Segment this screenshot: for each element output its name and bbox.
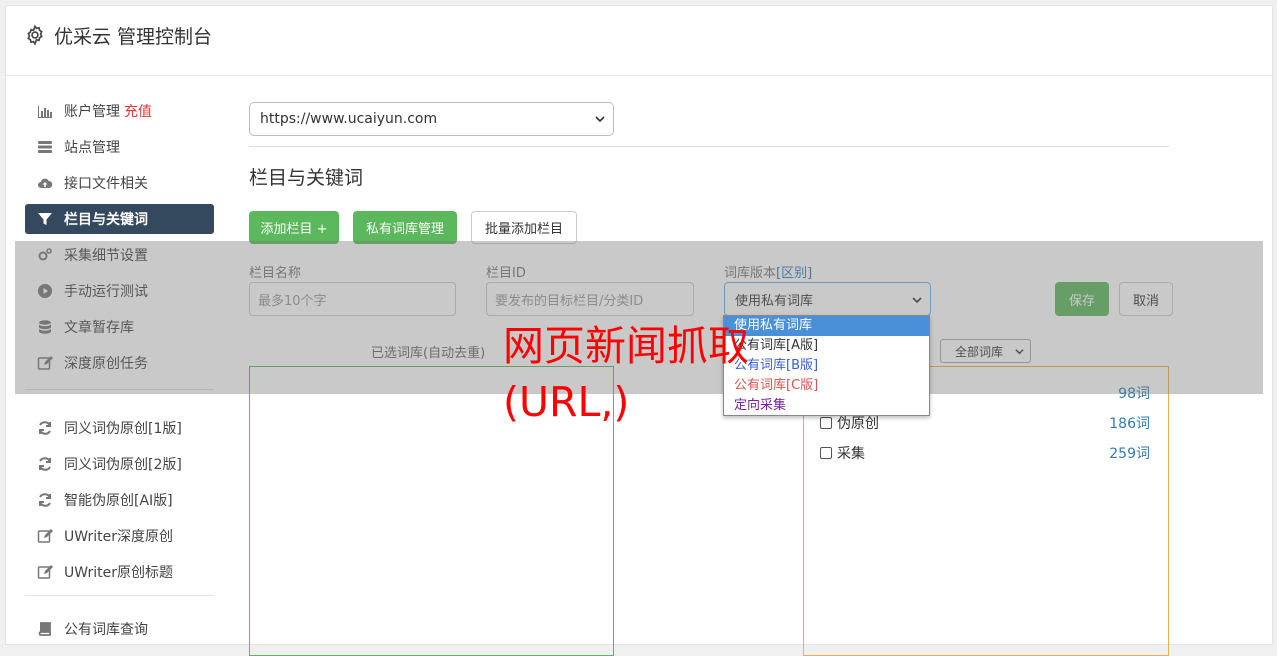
library-checkbox[interactable] <box>820 417 832 429</box>
sidebar-item-label: 账户管理 <box>64 104 120 120</box>
refresh-icon <box>36 419 54 437</box>
sidebar-item-uwriter-deep[interactable]: UWriter深度原创 <box>25 521 214 551</box>
sidebar-item-uwriter-title[interactable]: UWriter原创标题 <box>25 557 214 587</box>
library-count: 259词 <box>1109 446 1150 462</box>
sidebar-item-label: 同义词伪原创[1版] <box>64 421 182 437</box>
sidebar-item-label: 站点管理 <box>64 140 120 156</box>
sidebar-item-synonym-v1[interactable]: 同义词伪原创[1版] <box>25 413 214 443</box>
sidebar-item-interface[interactable]: 接口文件相关 <box>25 168 214 198</box>
edit-icon <box>36 527 54 545</box>
library-name: 伪原创 <box>837 416 879 432</box>
gear-icon[interactable] <box>24 24 46 46</box>
cloud-upload-icon <box>36 174 54 192</box>
app-title: 优采云 管理控制台 <box>54 26 213 48</box>
refresh-icon <box>36 455 54 473</box>
library-count: 186词 <box>1109 416 1150 432</box>
sidebar-item-columns[interactable]: 栏目与关键词 <box>25 204 214 234</box>
bar-chart-icon <box>36 102 54 120</box>
private-library-button[interactable]: 私有词库管理 <box>353 211 457 244</box>
sidebar-item-public-library[interactable]: 公有词库查询 <box>25 614 214 644</box>
chevron-down-icon <box>595 116 605 123</box>
section-title: 栏目与关键词 <box>249 167 364 189</box>
library-name: 采集 <box>837 446 865 462</box>
library-checkbox[interactable] <box>820 447 832 459</box>
book-icon <box>36 620 54 638</box>
sidebar-item-label: 公有词库查询 <box>64 622 148 638</box>
sidebar-item-label: UWriter深度原创 <box>64 529 173 545</box>
sidebar-item-sites[interactable]: 站点管理 <box>25 132 214 162</box>
sidebar-item-label: 同义词伪原创[2版] <box>64 457 182 473</box>
sidebar-divider <box>25 595 214 596</box>
site-select[interactable]: https://www.ucaiyun.com <box>249 102 614 136</box>
watermark-text: 网页新闻抓取(URL,) <box>503 322 749 426</box>
sidebar-item-label: UWriter原创标题 <box>64 565 173 581</box>
site-select-value: https://www.ucaiyun.com <box>260 111 438 127</box>
sidebar-item-account[interactable]: 账户管理 充值 <box>25 96 214 126</box>
library-row[interactable]: 伪原创 186词 <box>820 413 1150 433</box>
add-column-button[interactable]: 添加栏目 + <box>249 211 339 244</box>
divider <box>249 146 1169 147</box>
edit-icon <box>36 563 54 581</box>
server-icon <box>36 138 54 156</box>
library-row[interactable]: 采集 259词 <box>820 443 1150 463</box>
filter-icon <box>36 210 54 228</box>
sidebar-item-label: 栏目与关键词 <box>64 212 148 228</box>
sidebar-item-label: 智能伪原创[AI版] <box>64 493 173 509</box>
recharge-link[interactable]: 充值 <box>124 101 152 121</box>
sidebar-item-label: 接口文件相关 <box>64 176 148 192</box>
sidebar-item-ai-rewrite[interactable]: 智能伪原创[AI版] <box>25 485 214 515</box>
sidebar-item-synonym-v2[interactable]: 同义词伪原创[2版] <box>25 449 214 479</box>
batch-add-button[interactable]: 批量添加栏目 <box>471 211 577 244</box>
refresh-icon <box>36 491 54 509</box>
